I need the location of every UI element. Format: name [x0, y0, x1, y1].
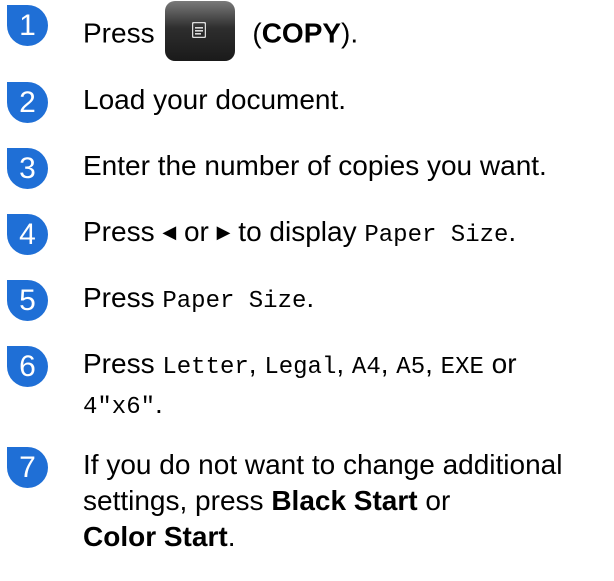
step-7: 7 If you do not want to change additiona… [7, 447, 613, 555]
step-text-part: ( [244, 17, 262, 49]
step-text-part: Press [83, 282, 163, 313]
step-text: If you do not want to change additional … [83, 447, 613, 555]
step-number-badge: 2 [7, 82, 48, 123]
lcd-option: 4"x6" [83, 394, 156, 421]
step-text-part: or [417, 485, 451, 516]
step-text-part: , [336, 348, 352, 379]
step-text-part: , [248, 348, 265, 379]
step-3: 3 Enter the number of copies you want. [7, 148, 603, 189]
color-start-label: Color Start [83, 521, 228, 552]
right-arrow-icon: ▶ [216, 222, 231, 242]
step-number-badge: 6 [7, 346, 48, 387]
step-text-part: . [155, 388, 163, 419]
step-number-badge: 1 [7, 5, 48, 46]
step-2: 2 Load your document. [7, 82, 603, 123]
lcd-option: Letter [162, 354, 249, 381]
step-text-part: Press [83, 348, 163, 379]
step-6: 6 Press Letter, Legal, A4, A5, EXE or 4"… [7, 346, 613, 426]
step-number-badge: 3 [7, 148, 48, 189]
step-number-badge: 4 [7, 214, 48, 255]
step-text: Press Paper Size. [83, 280, 603, 320]
lcd-option: Legal [264, 354, 337, 381]
step-text-part: or [483, 348, 517, 379]
black-start-label: Black Start [271, 485, 418, 516]
step-text: Load your document. [83, 84, 347, 115]
lcd-option: Paper Size [364, 222, 509, 249]
copy-label: COPY [261, 17, 342, 49]
step-text: Press Letter, Legal, A4, A5, EXE or 4"x6… [83, 346, 613, 426]
left-arrow-icon: ◀ [162, 222, 177, 242]
copy-button[interactable] [164, 1, 235, 61]
step-text-part: Press [83, 17, 155, 49]
step-number-badge: 7 [7, 447, 48, 488]
step-text-part: ). [341, 17, 359, 49]
step-text-part: , [425, 348, 441, 379]
step-text-part: . [508, 216, 517, 247]
step-5: 5 Press Paper Size. [7, 280, 603, 321]
step-text-part: or [176, 216, 217, 247]
lcd-option: A5 [396, 354, 426, 381]
step-text-part: , [380, 348, 397, 379]
step-text: Press (COPY). [83, 1, 603, 65]
lcd-option: A4 [351, 354, 381, 381]
step-4: 4 Press ◀ or ▶ to display Paper Size. [7, 214, 603, 255]
lcd-option: EXE [440, 354, 484, 381]
step-text-part: . [227, 521, 236, 552]
step-number-badge: 5 [7, 280, 48, 321]
step-text: Enter the number of copies you want. [83, 150, 547, 181]
step-1: 1 Press (COPY). [7, 1, 603, 65]
step-text-part: Press [83, 216, 163, 247]
lcd-option: Paper Size [162, 288, 307, 315]
copy-document-icon [191, 22, 206, 38]
step-text-part: to display [230, 216, 365, 247]
step-text-part: . [306, 282, 315, 313]
step-text: Press ◀ or ▶ to display Paper Size. [83, 214, 603, 254]
